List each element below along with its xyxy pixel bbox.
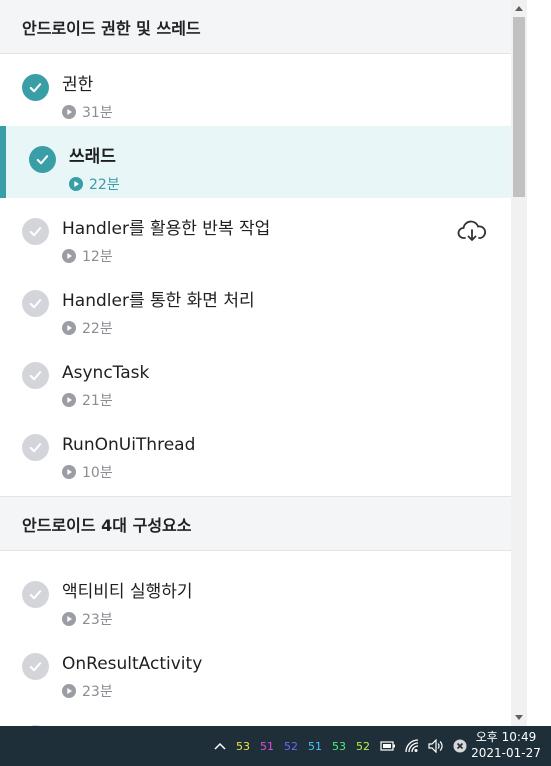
check-circle-icon (22, 362, 49, 389)
lesson-duration: 10분 (82, 465, 113, 481)
lesson-item[interactable]: RunOnUiThread 10분 (0, 414, 511, 486)
lesson-item-partial[interactable] (0, 705, 511, 726)
scroll-up-arrow-icon[interactable] (511, 0, 527, 16)
check-circle-icon (22, 218, 49, 245)
lesson-duration: 23분 (82, 612, 113, 628)
section-title: 안드로이드 권한 및 쓰레드 (22, 18, 201, 38)
check-circle-icon (29, 146, 56, 173)
tray-number[interactable]: 51 (308, 740, 322, 753)
system-tray: 53 51 52 51 53 52 (212, 726, 476, 766)
check-circle-icon (22, 290, 49, 317)
play-icon (62, 684, 76, 698)
clock-time: 오후 10:49 (475, 730, 537, 744)
lesson-title: 액티비티 실행하기 (62, 582, 193, 602)
lesson-title: RunOnUiThread (62, 435, 196, 455)
section-header[interactable]: 안드로이드 4대 구성요소 (0, 496, 511, 551)
cloud-download-icon[interactable] (457, 220, 487, 244)
lesson-title: 쓰래드 (69, 147, 116, 167)
lesson-duration: 23분 (82, 684, 113, 700)
window-edge (527, 0, 551, 726)
check-circle-icon (22, 581, 49, 608)
section-header[interactable]: 안드로이드 권한 및 쓰레드 (0, 0, 511, 54)
lesson-duration: 12분 (82, 249, 113, 265)
battery-icon[interactable] (380, 738, 396, 754)
lesson-item[interactable]: OnResultActivity 23분 (0, 633, 511, 705)
play-icon (62, 612, 76, 626)
play-icon (62, 465, 76, 479)
section-title: 안드로이드 4대 구성요소 (22, 515, 192, 535)
check-circle-icon (22, 74, 49, 101)
volume-icon[interactable] (428, 738, 444, 754)
play-icon (62, 249, 76, 263)
lesson-duration: 22분 (89, 177, 120, 193)
close-circle-icon[interactable] (452, 738, 468, 754)
lesson-title: OnResultActivity (62, 654, 203, 674)
play-icon (62, 105, 76, 119)
clock-date: 2021-01-27 (471, 746, 541, 760)
taskbar: 53 51 52 51 53 52 오후 10:49 2021-01-27 (0, 726, 551, 766)
tray-number[interactable]: 52 (356, 740, 370, 753)
scroll-down-arrow-icon[interactable] (511, 710, 527, 726)
play-icon (62, 321, 76, 335)
check-circle-icon (22, 434, 49, 461)
scrollbar-thumb[interactable] (513, 17, 525, 197)
lesson-item[interactable]: Handler를 활용한 반복 작업 12분 (0, 198, 511, 270)
lesson-title: 권한 (62, 75, 94, 95)
check-circle-icon (22, 653, 49, 680)
tray-number[interactable]: 51 (260, 740, 274, 753)
play-icon (69, 177, 83, 191)
play-icon (62, 393, 76, 407)
wifi-icon[interactable] (404, 738, 420, 754)
curriculum-panel: 안드로이드 권한 및 쓰레드 권한 31분 쓰래드 22분 Handler를 활… (0, 0, 511, 726)
tray-number[interactable]: 53 (236, 740, 250, 753)
lesson-title: AsyncTask (62, 363, 150, 383)
lesson-duration: 22분 (82, 321, 113, 337)
lesson-item[interactable]: AsyncTask 21분 (0, 342, 511, 414)
lesson-duration: 31분 (82, 105, 113, 121)
taskbar-clock[interactable]: 오후 10:49 2021-01-27 (469, 729, 543, 761)
lesson-item[interactable]: 권한 31분 (0, 54, 511, 126)
chevron-up-icon[interactable] (212, 738, 228, 754)
lesson-item[interactable]: 액티비티 실행하기 23분 (0, 561, 511, 633)
lesson-duration: 21분 (82, 393, 113, 409)
lesson-item-active[interactable]: 쓰래드 22분 (0, 126, 511, 198)
lesson-title: Handler를 활용한 반복 작업 (62, 219, 271, 239)
vertical-scrollbar[interactable] (511, 0, 527, 726)
lesson-title: Handler를 통한 화면 처리 (62, 291, 255, 311)
lesson-item[interactable]: Handler를 통한 화면 처리 22분 (0, 270, 511, 342)
tray-number[interactable]: 53 (332, 740, 346, 753)
tray-number[interactable]: 52 (284, 740, 298, 753)
